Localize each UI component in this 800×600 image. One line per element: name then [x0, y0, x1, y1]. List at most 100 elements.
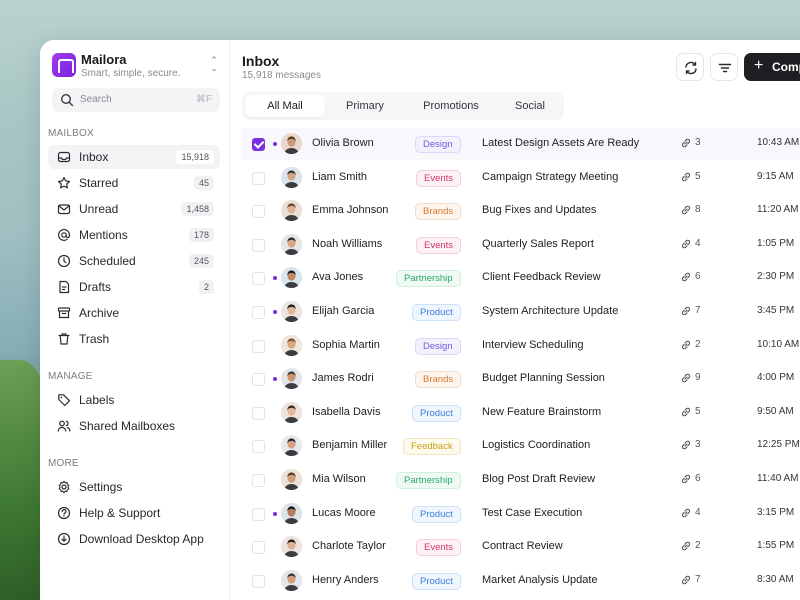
- archive-icon: [57, 307, 71, 319]
- unread-indicator: [273, 276, 277, 281]
- message-time: 4:00 PM: [757, 372, 795, 384]
- message-row[interactable]: Benjamin Miller Feedback Logistics Coordin…: [242, 430, 800, 462]
- avatar: [281, 469, 302, 490]
- row-checkbox[interactable]: [252, 574, 265, 588]
- message-row[interactable]: Ava Jones Partnership Client Feedback Revi…: [242, 262, 800, 294]
- message-time: 10:43 AM: [757, 137, 800, 148]
- sidebar-item-inbox[interactable]: Inbox 15,918: [48, 145, 220, 169]
- row-checkbox[interactable]: [252, 474, 265, 487]
- label-badge[interactable]: Events: [416, 169, 462, 187]
- section-label-mailbox: MAILBOX: [48, 128, 94, 139]
- attachment-link-icon: [681, 407, 691, 417]
- sender-name: Emma Johnson: [312, 204, 389, 217]
- message-row[interactable]: Emma Johnson Brands Bug Fixes and Updates 8…: [242, 195, 800, 227]
- row-checkbox[interactable]: [252, 406, 265, 420]
- avatar: [281, 267, 302, 289]
- sidebar-item-mentions[interactable]: Mentions 178: [48, 223, 220, 247]
- label-badge[interactable]: Partnership: [396, 270, 461, 288]
- message-row[interactable]: Olivia Brown Design Latest Design Assets A…: [242, 128, 800, 160]
- sidebar-item-drafts[interactable]: Drafts 2: [48, 275, 220, 299]
- label-badge[interactable]: Design: [415, 337, 461, 355]
- message-row[interactable]: Sophia Martin Design Interview Scheduling 2…: [242, 330, 800, 362]
- label-badge[interactable]: Events: [416, 539, 462, 557]
- message-subject: Blog Post Draft Review: [482, 473, 596, 485]
- attachment-count: 4: [695, 506, 701, 518]
- refresh-button[interactable]: [676, 53, 704, 81]
- filter-button[interactable]: [710, 53, 738, 81]
- row-checkbox[interactable]: [252, 373, 265, 387]
- main-panel: Inbox 15,918 messages + Comp All Mail Pr…: [230, 40, 800, 600]
- row-checkbox[interactable]: [252, 138, 265, 151]
- sidebar-item-trash[interactable]: Trash: [48, 327, 220, 351]
- tab-primary[interactable]: Primary: [328, 95, 402, 117]
- row-checkbox[interactable]: [252, 541, 265, 555]
- message-row[interactable]: Isabella Davis Product New Feature Brainst…: [242, 397, 800, 429]
- sidebar-item-help-support[interactable]: Help & Support: [48, 501, 220, 525]
- message-row[interactable]: Henry Anders Product Market Analysis Updat…: [242, 565, 800, 597]
- row-checkbox[interactable]: [252, 306, 265, 319]
- sidebar-item-download-desktop-app[interactable]: Download Desktop App: [48, 527, 220, 551]
- tab-promotions[interactable]: Promotions: [404, 95, 498, 117]
- attachment-count: 3: [695, 137, 701, 148]
- sidebar-item-scheduled[interactable]: Scheduled 245: [48, 249, 220, 273]
- row-checkbox[interactable]: [252, 238, 265, 252]
- search-input[interactable]: Search ⌘F: [52, 88, 220, 112]
- label-badge[interactable]: Events: [416, 236, 462, 254]
- avatar: [281, 502, 302, 524]
- attachment-link-icon: [681, 508, 691, 517]
- sidebar-item-settings[interactable]: Settings: [48, 475, 220, 499]
- avatar: [281, 233, 302, 255]
- chevron-up-down-icon[interactable]: ⌃ ⌄: [208, 56, 220, 74]
- label-badge[interactable]: Design: [415, 136, 461, 153]
- sidebar-item-starred[interactable]: Starred 45: [48, 171, 220, 195]
- message-row[interactable]: Liam Smith Events Campaign Strategy Meetin…: [242, 162, 800, 194]
- attachment-count: 7: [695, 305, 701, 316]
- row-checkbox[interactable]: [252, 440, 265, 454]
- label-badge[interactable]: Product: [412, 404, 461, 422]
- message-row[interactable]: Noah Williams Events Quarterly Sales Repor…: [242, 229, 800, 261]
- label-badge[interactable]: Partnership: [396, 472, 461, 489]
- sidebar-item-labels[interactable]: Labels: [48, 388, 220, 412]
- row-checkbox[interactable]: [252, 272, 265, 286]
- sender-name: Mia Wilson: [312, 473, 366, 485]
- avatar: [281, 133, 302, 154]
- row-checkbox[interactable]: [252, 205, 265, 219]
- message-row[interactable]: Lucas Moore Product Test Case Execution 4 3:…: [242, 498, 800, 530]
- sidebar-item-shared-mailboxes[interactable]: Shared Mailboxes: [48, 414, 220, 438]
- row-checkbox[interactable]: [252, 339, 265, 353]
- sidebar-item-count: 178: [188, 228, 214, 242]
- label-badge[interactable]: Feedback: [403, 438, 461, 456]
- plus-icon: +: [754, 57, 764, 74]
- download-icon: [57, 532, 71, 546]
- brand-switcher[interactable]: Mailora Smart, simple, secure. ⌃ ⌄: [52, 52, 222, 82]
- attachment-link-icon: [681, 306, 691, 316]
- sidebar-item-unread[interactable]: Unread 1,458: [48, 197, 220, 221]
- message-row[interactable]: Elijah Garcia Product System Architecture …: [242, 296, 800, 328]
- message-row[interactable]: James Rodri Brands Budget Planning Session…: [242, 363, 800, 395]
- message-subject: Test Case Execution: [482, 506, 583, 519]
- label-badge[interactable]: Brands: [415, 203, 462, 221]
- tab-all-mail[interactable]: All Mail: [245, 95, 325, 117]
- attachment-count: 5: [695, 405, 701, 417]
- sidebar-item-archive[interactable]: Archive: [48, 301, 220, 325]
- row-checkbox[interactable]: [252, 507, 265, 521]
- label-badge[interactable]: Brands: [415, 371, 462, 389]
- sidebar-item-label: Unread: [79, 202, 119, 216]
- sender-name: Ava Jones: [312, 271, 364, 284]
- label-badge[interactable]: Product: [412, 505, 461, 523]
- label-badge[interactable]: Product: [412, 572, 461, 590]
- attachment-link-icon: [681, 373, 691, 383]
- app-window: Mailora Smart, simple, secure. ⌃ ⌄ Search…: [40, 40, 800, 600]
- mail-icon: [57, 204, 71, 215]
- message-row[interactable]: Mia Wilson Partnership Blog Post Draft Rev…: [242, 464, 800, 496]
- avatar: [281, 200, 302, 222]
- unread-indicator: [273, 377, 277, 382]
- label-badge[interactable]: Product: [412, 304, 461, 321]
- row-checkbox[interactable]: [252, 171, 265, 185]
- message-row[interactable]: Charlote Taylor Events Contract Review 2 1:5…: [242, 531, 800, 563]
- compose-button[interactable]: + Comp: [744, 53, 800, 81]
- message-subject: Interview Scheduling: [482, 338, 584, 351]
- attachment-count: 6: [695, 271, 701, 283]
- sender-name: Charlote Taylor: [312, 540, 386, 553]
- tab-social[interactable]: Social: [498, 95, 562, 117]
